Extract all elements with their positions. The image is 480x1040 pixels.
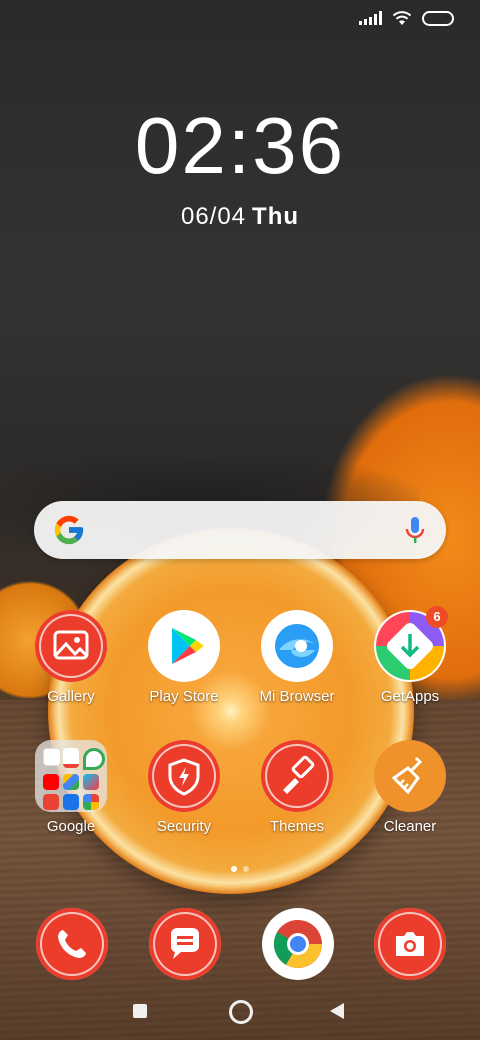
getapps-icon: 6 xyxy=(374,606,448,682)
app-gallery[interactable]: Gallery xyxy=(16,610,126,705)
page-dot xyxy=(243,866,249,872)
back-button[interactable] xyxy=(330,1003,344,1019)
recents-button[interactable] xyxy=(133,1004,147,1018)
app-cleaner[interactable]: Cleaner xyxy=(355,740,465,835)
weekday-text: Thu xyxy=(252,203,300,230)
wifi-icon xyxy=(392,11,412,25)
app-getapps[interactable]: 6 GetApps xyxy=(355,606,465,705)
app-label: Google xyxy=(46,818,96,835)
app-label: Cleaner xyxy=(383,818,437,835)
security-icon xyxy=(148,740,220,812)
dock-chrome[interactable] xyxy=(262,908,334,980)
page-dot-active xyxy=(231,866,237,872)
home-button[interactable] xyxy=(229,1000,253,1024)
dock-phone[interactable] xyxy=(36,908,108,980)
cleaner-icon xyxy=(374,740,446,812)
app-label: Security xyxy=(156,818,212,835)
themes-icon xyxy=(261,740,333,812)
navigation-bar xyxy=(0,990,480,1034)
clock-time[interactable]: 02:36 xyxy=(0,106,480,186)
app-mi-browser[interactable]: Mi Browser xyxy=(242,610,352,705)
dock-messages[interactable] xyxy=(149,908,221,980)
battery-icon xyxy=(422,10,454,26)
google-folder-icon xyxy=(35,740,107,812)
phone-icon xyxy=(58,930,86,958)
app-security[interactable]: Security xyxy=(129,740,239,835)
app-google-folder[interactable]: Google xyxy=(16,740,126,835)
google-logo xyxy=(54,515,84,545)
google-search-bar[interactable] xyxy=(34,501,446,559)
app-label: Themes xyxy=(269,818,325,835)
date-text: 06/04 xyxy=(180,203,247,230)
app-themes[interactable]: Themes xyxy=(242,740,352,835)
app-label: Mi Browser xyxy=(259,688,335,705)
app-play-store[interactable]: Play Store xyxy=(129,610,239,705)
app-label: Play Store xyxy=(149,688,219,705)
app-label: GetApps xyxy=(380,688,440,705)
play-store-icon xyxy=(148,610,220,682)
dock-camera[interactable] xyxy=(374,908,446,980)
wallpaper-orange xyxy=(48,528,414,894)
notification-badge: 6 xyxy=(426,606,448,628)
mi-browser-icon xyxy=(261,610,333,682)
gallery-icon xyxy=(35,610,107,682)
status-bar xyxy=(359,10,454,26)
clock-date[interactable]: 06/04 Thu xyxy=(0,203,480,231)
app-label: Gallery xyxy=(47,688,95,705)
messages-icon xyxy=(171,928,199,959)
signal-icon xyxy=(359,11,382,25)
camera-icon xyxy=(396,932,424,956)
page-indicator xyxy=(0,866,480,872)
mic-icon[interactable] xyxy=(404,515,426,545)
chrome-icon xyxy=(273,920,322,969)
